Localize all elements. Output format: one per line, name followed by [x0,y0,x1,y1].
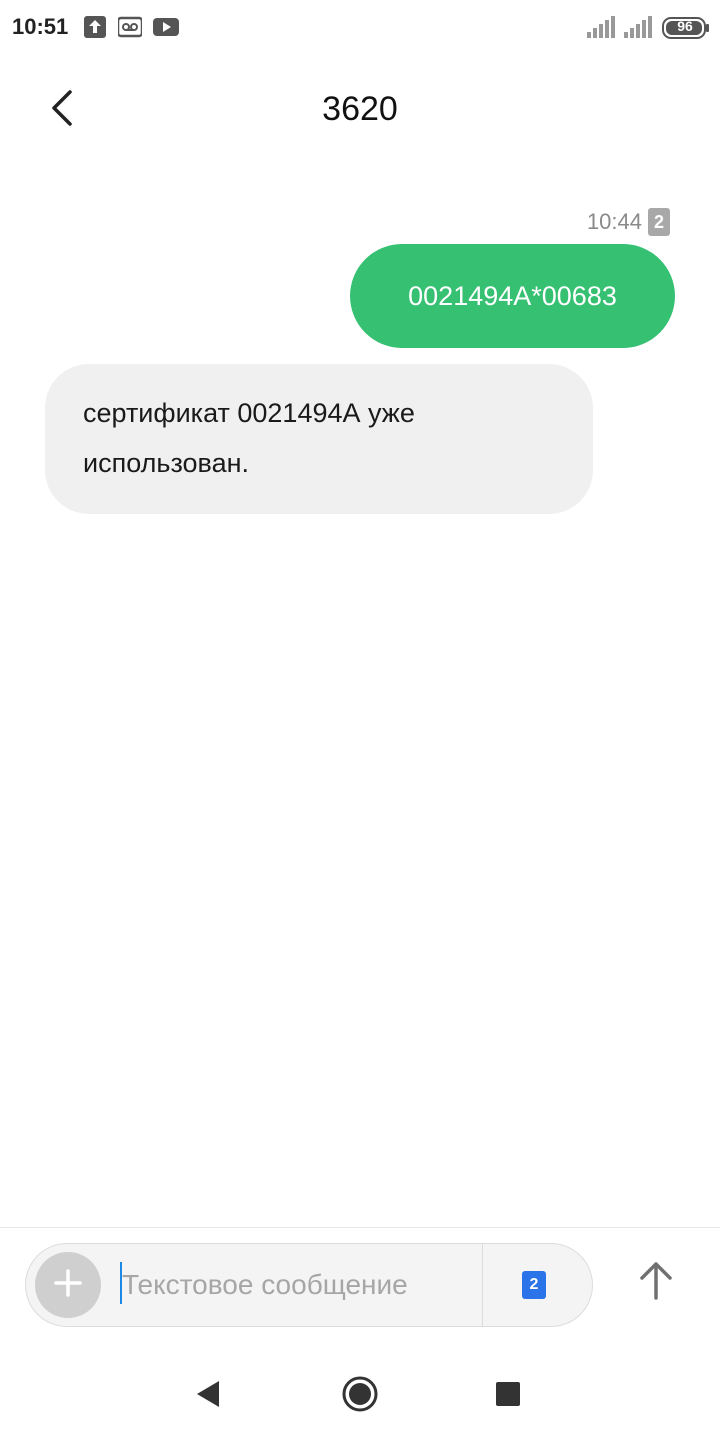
nav-recents-button[interactable] [480,1368,536,1424]
message-text: сертификат 0021494А уже использован. [83,398,415,478]
youtube-icon [153,16,179,43]
message-composer: 2 [25,1243,593,1327]
message-input[interactable] [122,1258,478,1312]
upload-icon [84,16,106,43]
message-timestamp: 10:44 [586,209,642,234]
sim-select-button[interactable]: 2 [506,1262,562,1308]
conversation-header: 3620 [0,56,720,166]
battery-level: 96 [677,18,693,34]
recents-square-icon [495,1381,521,1412]
sim-card-icon: 2 [522,1271,546,1299]
voicemail-icon [116,16,144,43]
status-bar: 10:51 96 [0,0,720,56]
message-meta: 10:44 2 [587,208,670,236]
back-triangle-icon [195,1379,221,1414]
home-circle-icon [341,1375,379,1418]
composer-divider [0,1227,720,1228]
composer-separator [482,1244,483,1326]
send-arrow-icon [638,1260,674,1305]
nav-back-button[interactable] [180,1368,236,1424]
page-title: 3620 [322,90,398,128]
nav-home-button[interactable] [332,1368,388,1424]
incoming-message-bubble[interactable]: сертификат 0021494А уже использован. [45,364,593,514]
system-nav-bar [0,1350,720,1440]
attach-button[interactable] [35,1252,101,1318]
message-text: 0021494A*00683 [408,280,617,311]
send-button[interactable] [626,1252,686,1312]
signal-icon [587,16,615,43]
signal-icon [624,16,652,43]
plus-icon [53,1268,83,1303]
sim-badge: 2 [648,208,670,236]
outgoing-message-bubble[interactable]: 0021494A*00683 [350,244,675,348]
status-time: 10:51 [12,14,69,39]
